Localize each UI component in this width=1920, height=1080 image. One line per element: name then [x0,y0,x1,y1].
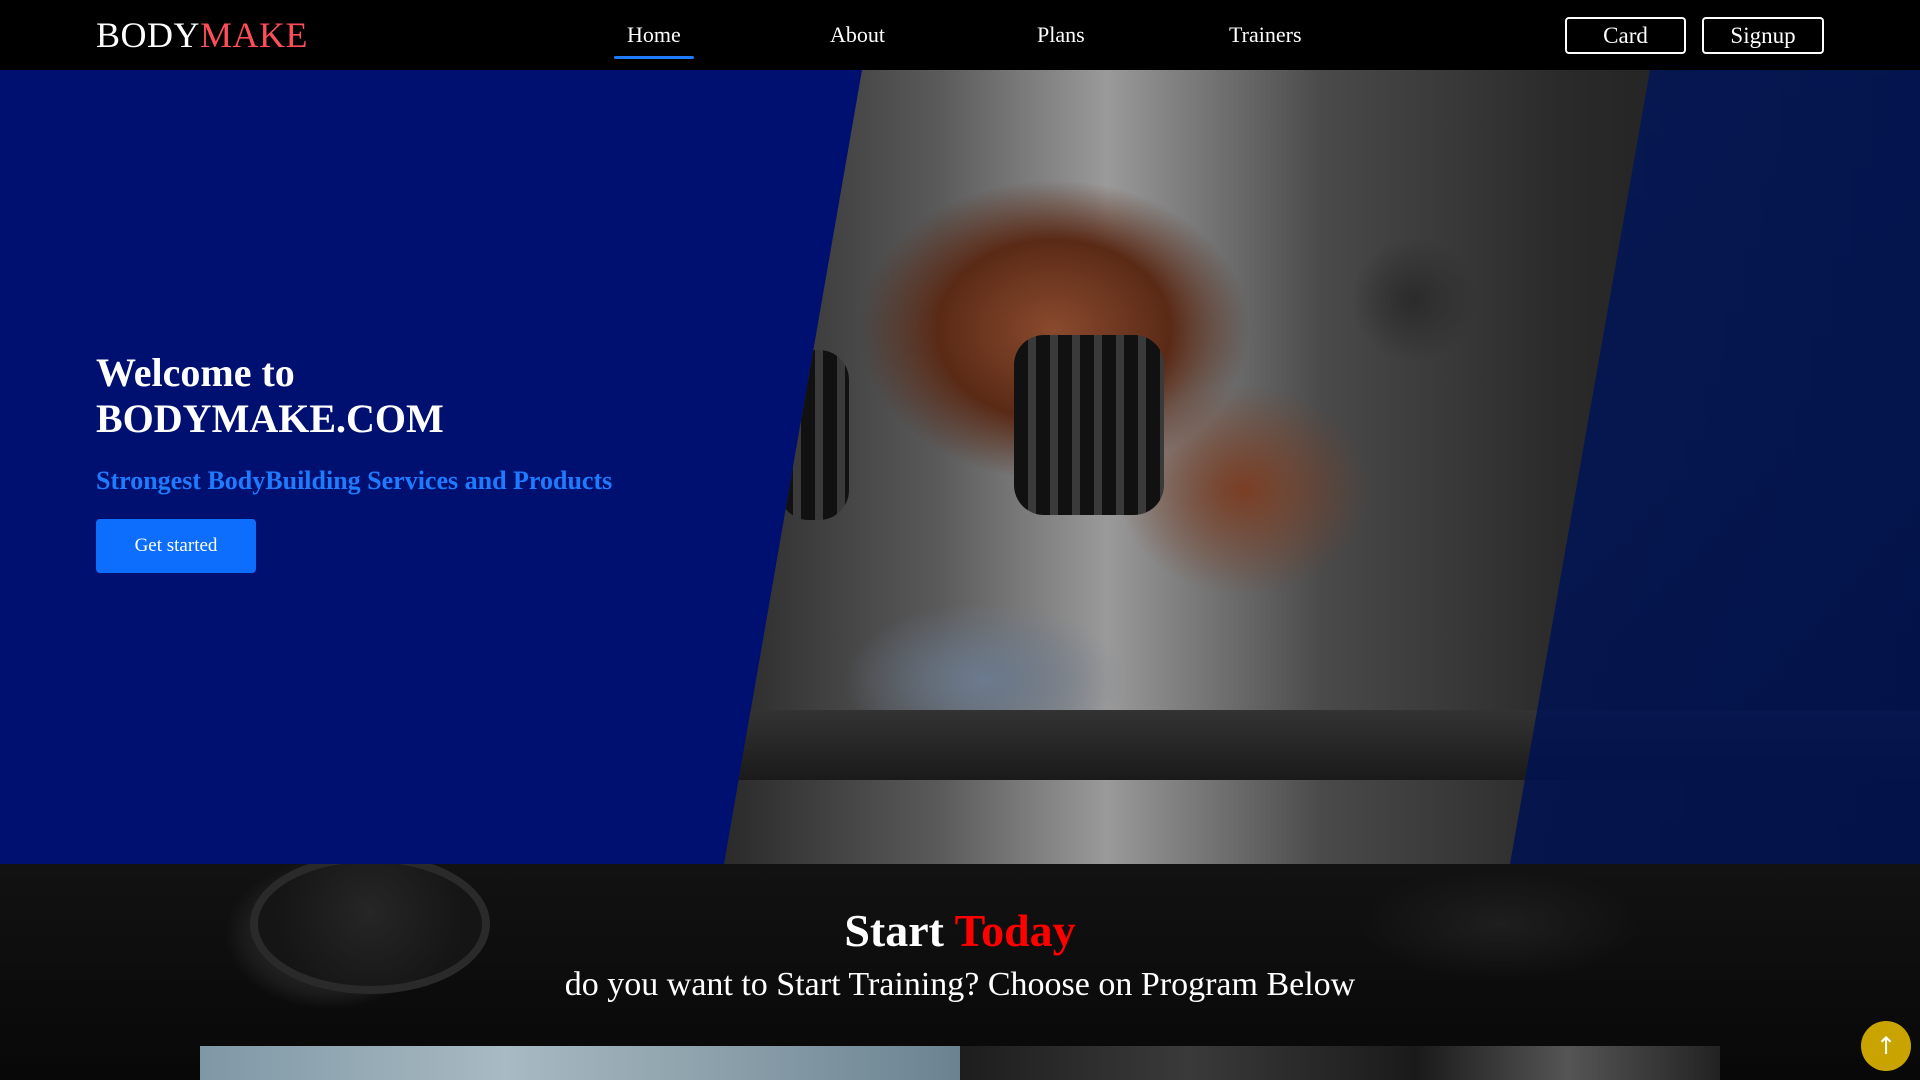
navbar: BODYMAKE Home About Plans Trainers Card … [0,0,1920,70]
nav-about[interactable]: About [830,22,885,48]
brand-part-make: MAKE [200,15,309,55]
scroll-top-button[interactable]: ↑ [1861,1021,1911,1071]
hero-text-block: Welcome to BODYMAKE.COM Strongest BodyBu… [96,350,736,573]
start-today-section: Start Today do you want to Start Trainin… [0,864,1920,1080]
card-button[interactable]: Card [1565,17,1686,54]
signup-button[interactable]: Signup [1702,17,1824,54]
hero-title-line2: BODYMAKE.COM [96,396,444,441]
nav-trainers[interactable]: Trainers [1229,22,1302,48]
hero-title-line1: Welcome to [96,350,295,395]
dumbbell-shape-left [779,350,849,520]
nav-plans[interactable]: Plans [1037,22,1085,48]
program-card-image-1[interactable] [200,1046,960,1080]
program-card-image-2[interactable] [960,1046,1720,1080]
get-started-button[interactable]: Get started [96,519,256,573]
dumbbell-shape-right [1014,335,1164,515]
hero-subtitle: Strongest BodyBuilding Services and Prod… [96,466,613,495]
start-title-white: Start [844,905,944,956]
hero-title: Welcome to BODYMAKE.COM [96,350,736,442]
hero-section: Welcome to BODYMAKE.COM Strongest BodyBu… [0,70,1920,864]
start-title-red: Today [954,905,1076,956]
start-today-title: Start Today [0,904,1920,957]
brand-logo[interactable]: BODYMAKE [96,14,308,56]
brand-part-body: BODY [96,15,201,55]
nav-home[interactable]: Home [614,22,694,59]
start-today-subtitle: do you want to Start Training? Choose on… [564,966,1356,1003]
arrow-up-icon: ↑ [1875,1032,1897,1060]
